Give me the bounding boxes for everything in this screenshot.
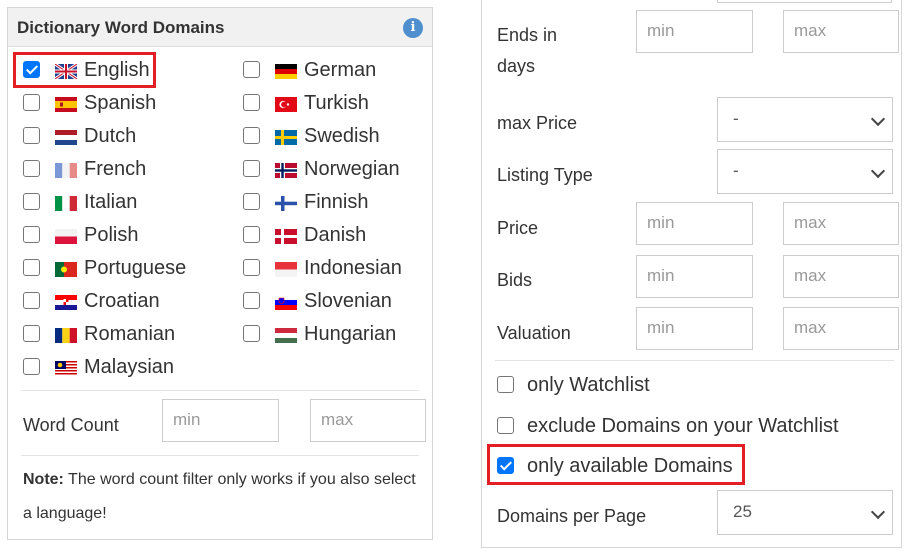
language-label: Italian xyxy=(84,191,138,213)
language-label: Polish xyxy=(84,224,139,246)
highlight-english xyxy=(13,52,156,88)
price-max-input[interactable]: max xyxy=(783,202,899,245)
price-min-input[interactable]: min xyxy=(636,202,753,245)
language-label: Danish xyxy=(304,224,367,246)
checkbox-italian[interactable] xyxy=(23,193,40,210)
ends-in-max-input[interactable]: max xyxy=(783,10,899,53)
portugal-flag-icon xyxy=(55,262,77,277)
listing-type-label: Listing Type xyxy=(497,165,593,185)
france-flag-icon xyxy=(55,163,77,178)
malaysia-flag-icon xyxy=(55,361,77,376)
panel-header: Dictionary Word Domains i xyxy=(8,8,432,47)
valuation-min-input[interactable]: min xyxy=(636,307,753,350)
checkbox-indonesian[interactable] xyxy=(243,259,260,276)
domains-per-page-value: 25 xyxy=(733,502,752,521)
checkbox-german[interactable] xyxy=(243,61,260,78)
language-label: Turkish xyxy=(304,92,369,114)
chevron-down-icon xyxy=(870,111,886,127)
indonesia-flag-icon xyxy=(275,262,297,277)
language-label: Croatian xyxy=(84,290,160,312)
spain-flag-icon xyxy=(55,97,77,112)
listing-type-value: - xyxy=(733,161,739,180)
checkbox-spanish[interactable] xyxy=(23,94,40,111)
slovenia-flag-icon xyxy=(275,295,297,310)
ends-in-label-line1: Ends in xyxy=(497,25,558,45)
only-watchlist-label: only Watchlist xyxy=(527,374,650,396)
checkbox-french[interactable] xyxy=(23,160,40,177)
highlight-only-available xyxy=(487,444,745,485)
domains-per-page-select[interactable]: 25 xyxy=(717,490,893,535)
language-label: Portuguese xyxy=(84,257,187,279)
word-count-min-input[interactable]: min xyxy=(162,399,279,442)
exclude-watchlist-checkbox[interactable] xyxy=(497,417,514,434)
divider xyxy=(495,360,894,361)
language-label: Spanish xyxy=(84,92,157,114)
checkbox-finnish[interactable] xyxy=(243,193,260,210)
bids-max-input[interactable]: max xyxy=(783,255,899,298)
checkbox-norwegian[interactable] xyxy=(243,160,260,177)
domains-per-page-label: Domains per Page xyxy=(497,506,647,526)
italy-flag-icon xyxy=(55,196,77,211)
romania-flag-icon xyxy=(55,328,77,343)
croatia-flag-icon xyxy=(55,295,77,310)
checkbox-portuguese[interactable] xyxy=(23,259,40,276)
word-count-note: Note: The word count filter only works i… xyxy=(23,463,423,531)
divider xyxy=(21,390,419,391)
language-label: Finnish xyxy=(304,191,369,213)
info-icon[interactable]: i xyxy=(403,18,423,38)
germany-flag-icon xyxy=(275,64,297,79)
sweden-flag-icon xyxy=(275,130,297,145)
only-watchlist-checkbox[interactable] xyxy=(497,376,514,393)
max-price-value: - xyxy=(733,109,739,128)
note-bold: Note: xyxy=(23,471,64,488)
checkbox-dutch[interactable] xyxy=(23,127,40,144)
divider xyxy=(21,455,419,456)
listing-type-select[interactable]: - xyxy=(717,149,893,194)
panel-title: Dictionary Word Domains xyxy=(17,18,225,37)
denmark-flag-icon xyxy=(275,229,297,244)
language-label: German xyxy=(304,59,377,81)
price-label: Price xyxy=(497,218,539,238)
finland-flag-icon xyxy=(275,196,297,211)
checkbox-danish[interactable] xyxy=(243,226,260,243)
checkbox-croatian[interactable] xyxy=(23,292,40,309)
ends-in-label-line2: days xyxy=(497,56,536,76)
poland-flag-icon xyxy=(55,229,77,244)
bids-min-input[interactable]: min xyxy=(636,255,753,298)
bids-label: Bids xyxy=(497,270,533,290)
valuation-label: Valuation xyxy=(497,323,571,343)
checkbox-hungarian[interactable] xyxy=(243,325,260,342)
hungary-flag-icon xyxy=(275,328,297,343)
chevron-down-icon xyxy=(870,163,886,179)
checkbox-polish[interactable] xyxy=(23,226,40,243)
checkbox-swedish[interactable] xyxy=(243,127,260,144)
netherlands-flag-icon xyxy=(55,130,77,145)
language-label: Norwegian xyxy=(304,158,400,180)
language-label: Dutch xyxy=(84,125,137,147)
max-price-select[interactable]: - xyxy=(717,97,893,142)
checkbox-slovenian[interactable] xyxy=(243,292,260,309)
norway-flag-icon xyxy=(275,163,297,178)
language-label: French xyxy=(84,158,147,180)
language-label: Indonesian xyxy=(304,257,402,279)
chevron-down-icon xyxy=(870,504,886,520)
checkbox-malaysian[interactable] xyxy=(23,358,40,375)
note-text: The word count filter only works if you … xyxy=(23,471,416,522)
max-price-label: max Price xyxy=(497,113,578,133)
cut-off-field[interactable] xyxy=(717,0,892,3)
checkbox-romanian[interactable] xyxy=(23,325,40,342)
language-label: Romanian xyxy=(84,323,176,345)
valuation-max-input[interactable]: max xyxy=(783,307,899,350)
turkey-flag-icon xyxy=(275,97,297,112)
word-count-max-input[interactable]: max xyxy=(310,399,426,442)
language-label: Swedish xyxy=(304,125,380,147)
ends-in-min-input[interactable]: min xyxy=(636,10,753,53)
word-count-label: Word Count xyxy=(23,415,119,435)
exclude-watchlist-label: exclude Domains on your Watchlist xyxy=(527,415,839,437)
language-label: Malaysian xyxy=(84,356,175,378)
language-label: Slovenian xyxy=(304,290,392,312)
checkbox-turkish[interactable] xyxy=(243,94,260,111)
language-label: Hungarian xyxy=(304,323,397,345)
